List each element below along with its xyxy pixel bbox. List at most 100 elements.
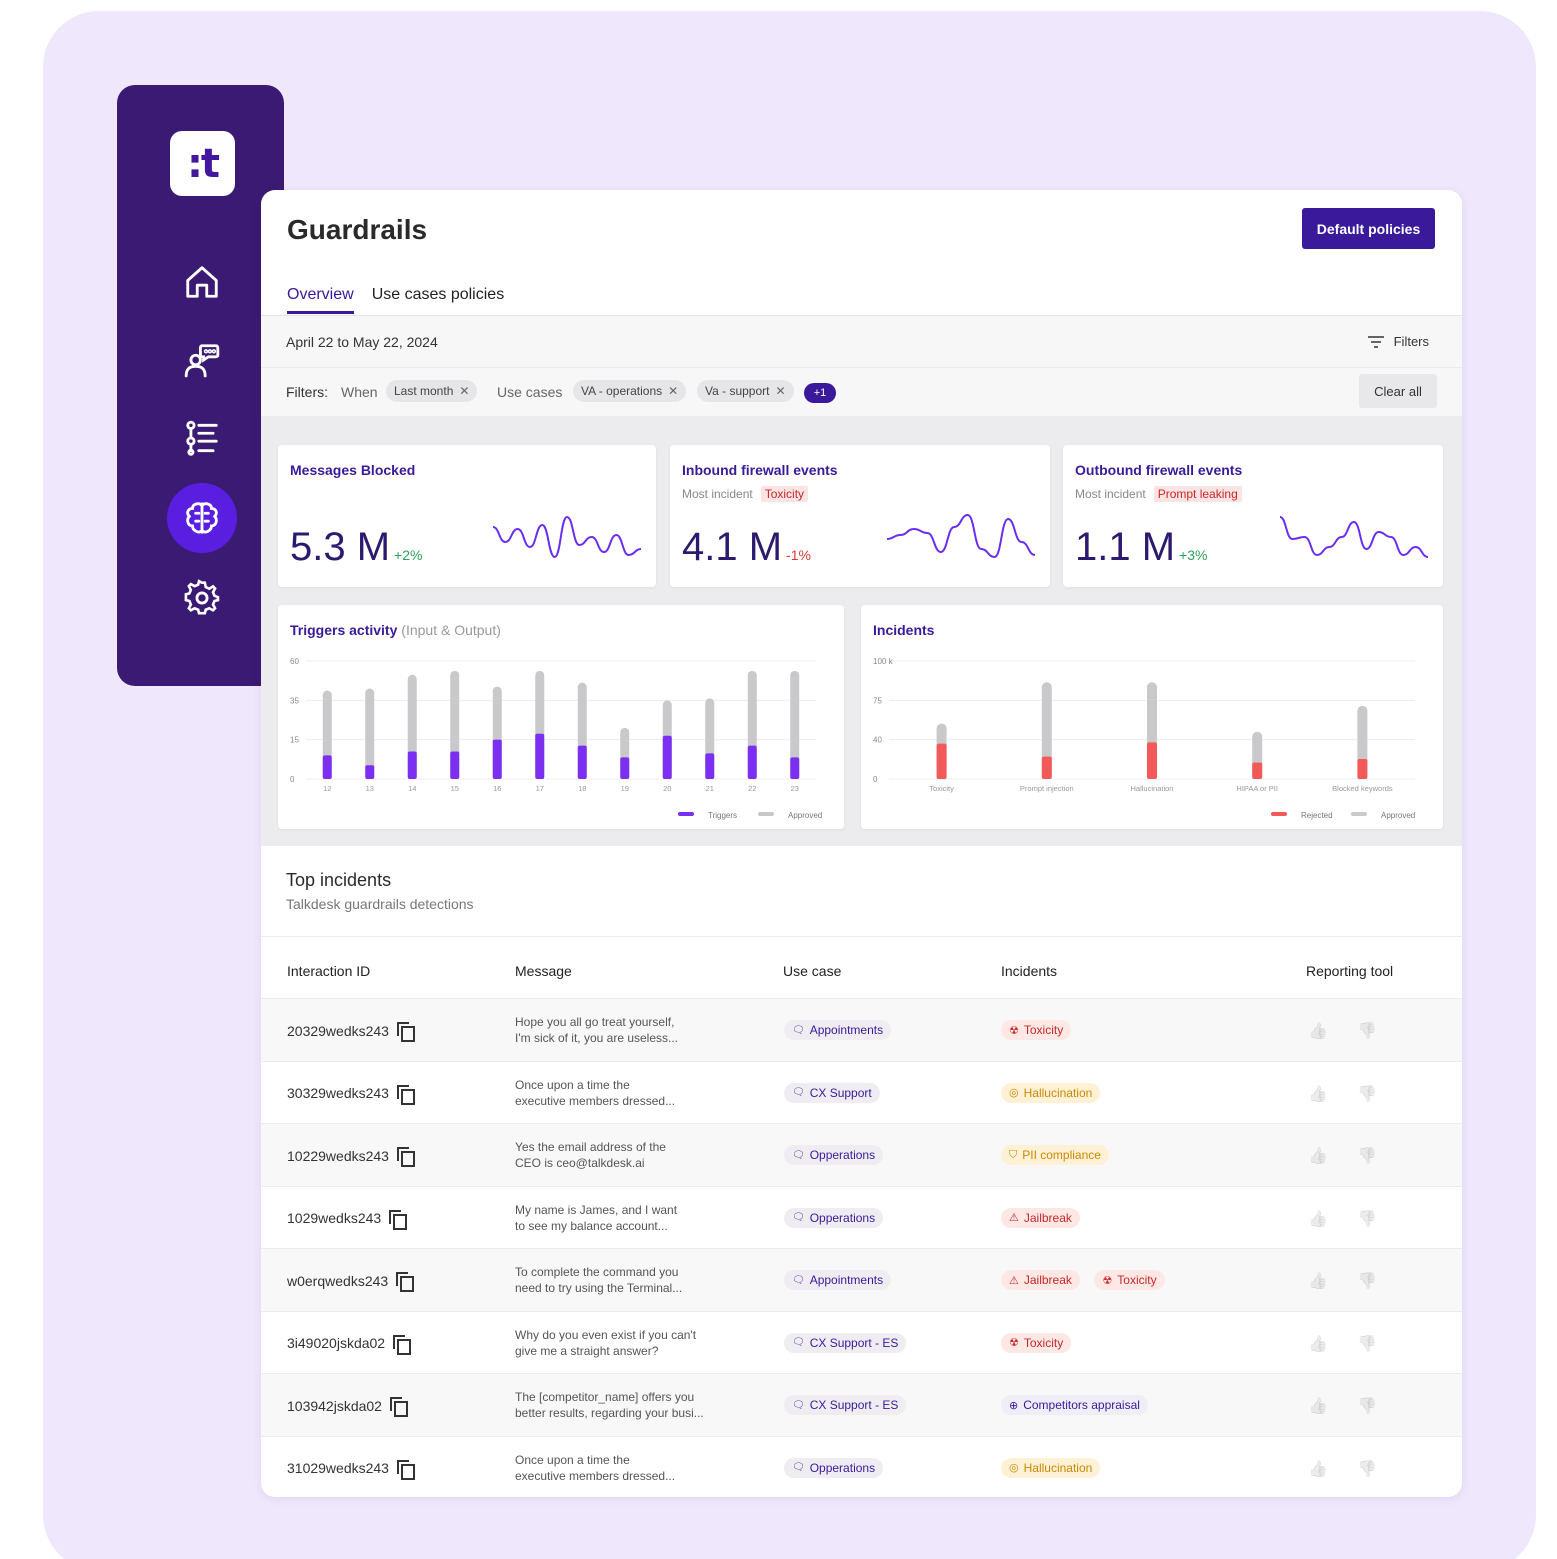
incident-pill[interactable]: ⊕ Competitors appraisal <box>1001 1395 1148 1415</box>
thumbs-up-icon[interactable]: 👍 <box>1308 1334 1328 1354</box>
table-row[interactable]: 103942jskda02 The [competitor_name] offer… <box>261 1374 1462 1437</box>
column-header[interactable]: Message <box>515 963 572 979</box>
bar-rejected <box>936 743 947 779</box>
thumbs-down-icon[interactable]: 👎 <box>1357 1459 1377 1479</box>
use-case-pill[interactable]: 🗨 Appointments <box>784 1020 892 1040</box>
clear-all-button[interactable]: Clear all <box>1359 374 1437 408</box>
column-header[interactable]: Use case <box>783 963 841 979</box>
table-row[interactable]: 31029wedks243 Once upon a time the executi… <box>261 1437 1462 1498</box>
thumbs-down-icon[interactable]: 👎 <box>1357 1146 1377 1166</box>
copy-icon[interactable] <box>389 1397 408 1417</box>
column-header[interactable]: Interaction ID <box>287 963 370 979</box>
thumbs-down-icon[interactable]: 👎 <box>1357 1084 1377 1104</box>
most-incident-tag: Toxicity <box>760 486 809 502</box>
thumbs-down-icon[interactable]: 👎 <box>1357 1396 1377 1416</box>
use-case-pill[interactable]: 🗨 Opperations <box>784 1457 884 1478</box>
thumbs-up-icon[interactable]: 👍 <box>1308 1084 1328 1104</box>
table-row[interactable]: 10229wedks243 Yes the email address of th… <box>261 1124 1462 1187</box>
agent-icon[interactable] <box>167 325 237 395</box>
use-case-pill[interactable]: 🗨 Opperations <box>784 1207 884 1228</box>
incident-pill[interactable]: ☢ Toxicity <box>1001 1020 1072 1040</box>
brain-icon[interactable] <box>167 483 237 553</box>
use-case-pill[interactable]: 🗨 CX Support <box>784 1082 880 1103</box>
gear-icon[interactable] <box>167 563 237 633</box>
copy-icon[interactable] <box>396 1022 415 1042</box>
metric-delta: +2% <box>394 547 423 563</box>
triggers-activity-card: Triggers activity (Input & Output) 0 15 35… <box>278 605 844 829</box>
chip-va-operations[interactable]: VA - operations ✕ <box>573 380 687 402</box>
filters-toggle[interactable]: Filters <box>1367 334 1429 349</box>
y-tick-label: 60 <box>290 657 299 666</box>
copy-icon[interactable] <box>389 1209 408 1230</box>
incident-pill[interactable]: ◎ Hallucination <box>1001 1082 1101 1103</box>
x-tick-label: 15 <box>451 784 459 793</box>
incident-pill[interactable]: ⚠ Jailbreak <box>1001 1270 1080 1290</box>
incident-pill[interactable]: ☢ Toxicity <box>1001 1332 1072 1353</box>
table-row[interactable]: w0erqwedks243 To complete the command you… <box>261 1249 1462 1312</box>
chip-last-month[interactable]: Last month ✕ <box>386 380 478 402</box>
use-case-pill[interactable]: 🗨 Opperations <box>784 1145 884 1165</box>
thumbs-up-icon[interactable]: 👍 <box>1308 1459 1328 1479</box>
thumbs-up-icon[interactable]: 👍 <box>1308 1209 1328 1229</box>
legend-swatch <box>1351 812 1367 816</box>
legend-label: Approved <box>788 811 822 820</box>
use-case-pill[interactable]: 🗨 CX Support - ES <box>784 1395 907 1415</box>
table-row[interactable]: 1029wedks243 My name is James, and I want… <box>261 1187 1462 1249</box>
chat-bubble-icon: 🗨 <box>792 1212 805 1223</box>
metric-card-outbound-firewall[interactable]: Outbound firewall events Most incident Pr… <box>1063 445 1443 587</box>
close-icon[interactable]: ✕ <box>459 384 469 398</box>
close-icon[interactable]: ✕ <box>775 384 785 398</box>
home-icon[interactable] <box>167 247 237 317</box>
metric-card-inbound-firewall[interactable]: Inbound firewall events Most incident Tox… <box>670 445 1050 587</box>
incident-pill[interactable]: ⛉ PII compliance <box>1001 1145 1109 1165</box>
thumbs-down-icon[interactable]: 👎 <box>1357 1021 1377 1041</box>
toxic-icon: ☢ <box>1102 1274 1113 1287</box>
chat-bubble-icon: 🗨 <box>792 1462 805 1473</box>
chat-bubble-icon: 🗨 <box>792 1149 805 1161</box>
incident-pill[interactable]: ◎ Hallucination <box>1001 1457 1101 1478</box>
metric-value: 4.1 M -1% <box>682 525 811 570</box>
default-policies-button[interactable]: Default policies <box>1302 208 1435 249</box>
bar-triggers <box>492 739 502 779</box>
app-logo[interactable]: :t <box>170 131 235 196</box>
filters-prefix: Filters: <box>286 384 328 400</box>
table-row[interactable]: 3i49020jskda02 Why do you even exist if y… <box>261 1312 1462 1374</box>
thumbs-up-icon[interactable]: 👍 <box>1308 1396 1328 1416</box>
incident-pill[interactable]: ☢ Toxicity <box>1094 1270 1165 1290</box>
chart-title-text: Triggers activity <box>290 622 398 638</box>
copy-icon[interactable] <box>396 1147 415 1167</box>
copy-icon[interactable] <box>396 1272 415 1292</box>
metric-card-messages-blocked[interactable]: Messages Blocked 5.3 M +2% <box>278 445 656 587</box>
page-title: Guardrails <box>287 214 428 245</box>
interaction-id: 3i49020jskda02 <box>287 1334 412 1355</box>
thumbs-up-icon[interactable]: 👍 <box>1308 1146 1328 1166</box>
incident-pill[interactable]: ⚠ Jailbreak <box>1001 1207 1080 1228</box>
table-row[interactable]: 30329wedks243 Once upon a time the executi… <box>261 1062 1462 1124</box>
use-case-pill[interactable]: 🗨 Appointments <box>784 1270 892 1290</box>
copy-icon[interactable] <box>393 1334 412 1355</box>
metric-value: 5.3 M +2% <box>290 525 422 570</box>
thumbs-up-icon[interactable]: 👍 <box>1308 1021 1328 1041</box>
thumbs-up-icon[interactable]: 👍 <box>1308 1271 1328 1291</box>
chip-va-support[interactable]: Va - support ✕ <box>697 380 794 402</box>
tab-overview[interactable]: Overview <box>287 286 354 314</box>
close-icon[interactable]: ✕ <box>668 384 678 398</box>
thumbs-down-icon[interactable]: 👎 <box>1357 1209 1377 1229</box>
column-header[interactable]: Incidents <box>1001 963 1057 979</box>
copy-icon[interactable] <box>396 1459 415 1480</box>
column-header[interactable]: Reporting tool <box>1306 963 1393 979</box>
use-case-pill[interactable]: 🗨 CX Support - ES <box>784 1332 907 1353</box>
thumbs-down-icon[interactable]: 👎 <box>1357 1271 1377 1291</box>
thumbs-down-icon[interactable]: 👎 <box>1357 1334 1377 1354</box>
interaction-id-text: 1029wedks243 <box>287 1210 382 1226</box>
tab-use-cases-policies[interactable]: Use cases policies <box>372 286 505 314</box>
incident-label: Toxicity <box>1023 1023 1064 1037</box>
metric-title: Outbound firewall events <box>1075 462 1243 478</box>
list-icon[interactable] <box>167 403 237 473</box>
toxic-icon: ☢ <box>1009 1337 1019 1349</box>
more-filters-badge[interactable]: +1 <box>804 383 836 403</box>
copy-icon[interactable] <box>396 1084 415 1105</box>
x-tick-label: Blocked keywords <box>1332 784 1393 793</box>
chat-bubble-icon: 🗨 <box>792 1274 805 1286</box>
table-row[interactable]: 20329wedks243 Hope you all go treat yours… <box>261 999 1462 1062</box>
